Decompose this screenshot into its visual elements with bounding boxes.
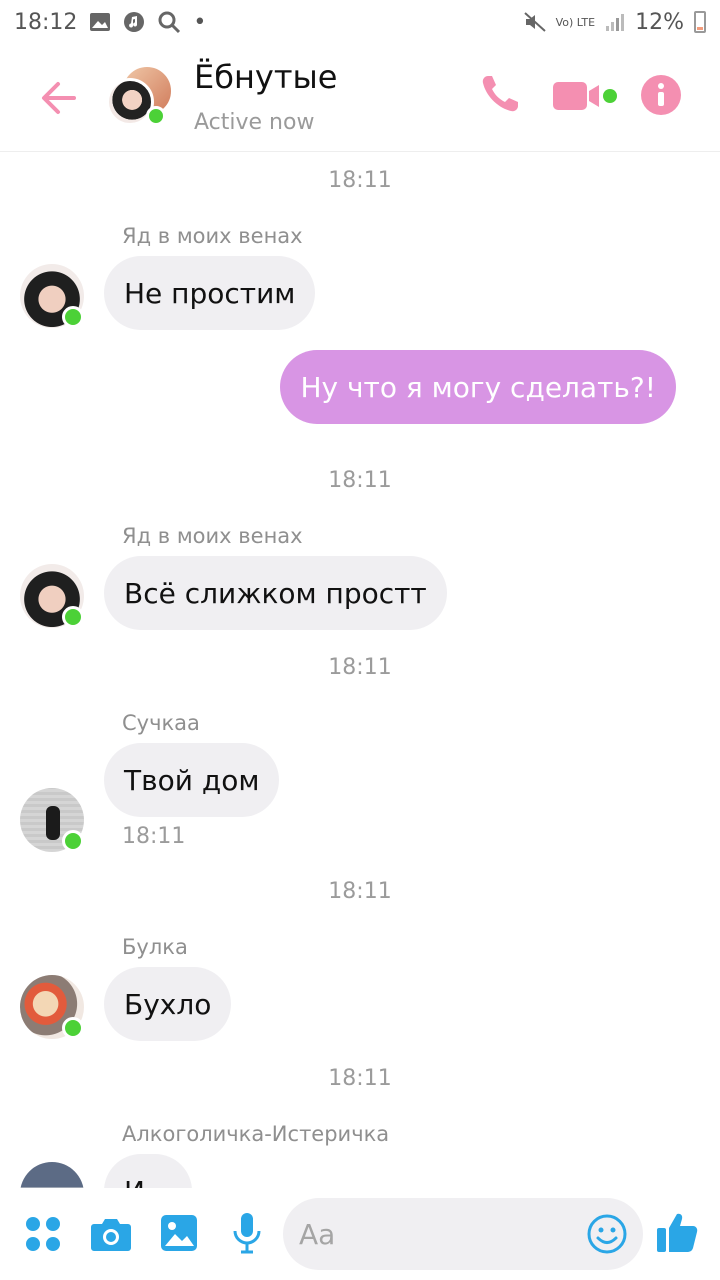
sender-avatar[interactable] <box>20 788 84 852</box>
info-icon[interactable] <box>640 74 682 120</box>
sender-name: Алкоголичка-Истеричка <box>122 1122 390 1146</box>
battery-icon <box>694 11 706 33</box>
timestamp: 18:11 <box>328 879 392 904</box>
sender-avatar[interactable] <box>20 1162 84 1188</box>
message-input[interactable]: Aa <box>283 1198 643 1270</box>
message-time: 18:11 <box>122 824 186 849</box>
emoji-icon[interactable] <box>587 1214 627 1261</box>
group-avatar[interactable] <box>106 64 174 130</box>
message-bubble[interactable]: И... <box>104 1154 192 1188</box>
message-bubble[interactable]: Бухло <box>104 967 232 1041</box>
music-notification-icon <box>123 11 145 33</box>
sender-avatar[interactable] <box>20 564 84 628</box>
sender-avatar[interactable] <box>20 975 84 1039</box>
sender-name: Яд в моих венах <box>122 224 303 248</box>
chat-title[interactable]: Ёбнутые <box>194 58 337 96</box>
sender-name: Яд в моих венах <box>122 524 303 548</box>
signal-icon <box>605 12 625 32</box>
status-bar: 18:12 • Vo) LTE 12% <box>0 0 720 44</box>
online-indicator <box>62 606 84 628</box>
chat-status: Active now <box>194 110 315 135</box>
apps-icon[interactable] <box>25 1216 61 1256</box>
chat-header: Ёбнутые Active now <box>0 44 720 152</box>
mute-icon <box>523 12 546 32</box>
phone-icon[interactable] <box>478 72 522 120</box>
status-time: 18:12 <box>14 9 78 35</box>
image-notification-icon <box>89 12 111 32</box>
composer-bar: Aa <box>0 1188 720 1280</box>
timestamp: 18:11 <box>328 655 392 680</box>
online-indicator <box>62 830 84 852</box>
sender-name: Булка <box>122 935 188 959</box>
video-icon[interactable] <box>553 80 619 116</box>
outgoing-message-bubble[interactable]: Ну что я могу сделать?! <box>280 350 676 424</box>
camera-icon[interactable] <box>90 1216 132 1256</box>
online-indicator <box>146 106 166 126</box>
battery-percent: 12% <box>635 9 684 35</box>
online-indicator <box>62 306 84 328</box>
online-indicator <box>62 1017 84 1039</box>
message-bubble[interactable]: Твой дом <box>104 743 280 817</box>
message-bubble[interactable]: Всё слижком простт <box>104 556 447 630</box>
message-input-placeholder: Aa <box>299 1217 336 1251</box>
like-icon[interactable] <box>655 1210 699 1258</box>
message-list[interactable]: 18:11 Яд в моих венах Не простим Ну что … <box>0 152 720 1188</box>
gallery-icon[interactable] <box>160 1214 198 1256</box>
mic-icon[interactable] <box>232 1212 262 1258</box>
timestamp: 18:11 <box>328 468 392 493</box>
timestamp: 18:11 <box>328 168 392 193</box>
message-bubble[interactable]: Не простим <box>104 256 316 330</box>
more-notifications-dot: • <box>193 9 207 35</box>
timestamp: 18:11 <box>328 1066 392 1091</box>
search-notification-icon <box>157 10 181 34</box>
back-arrow-icon[interactable] <box>38 76 82 120</box>
sender-avatar[interactable] <box>20 264 84 328</box>
sender-name: Сучкаа <box>122 711 200 735</box>
lte-label: Vo) LTE <box>555 15 596 29</box>
